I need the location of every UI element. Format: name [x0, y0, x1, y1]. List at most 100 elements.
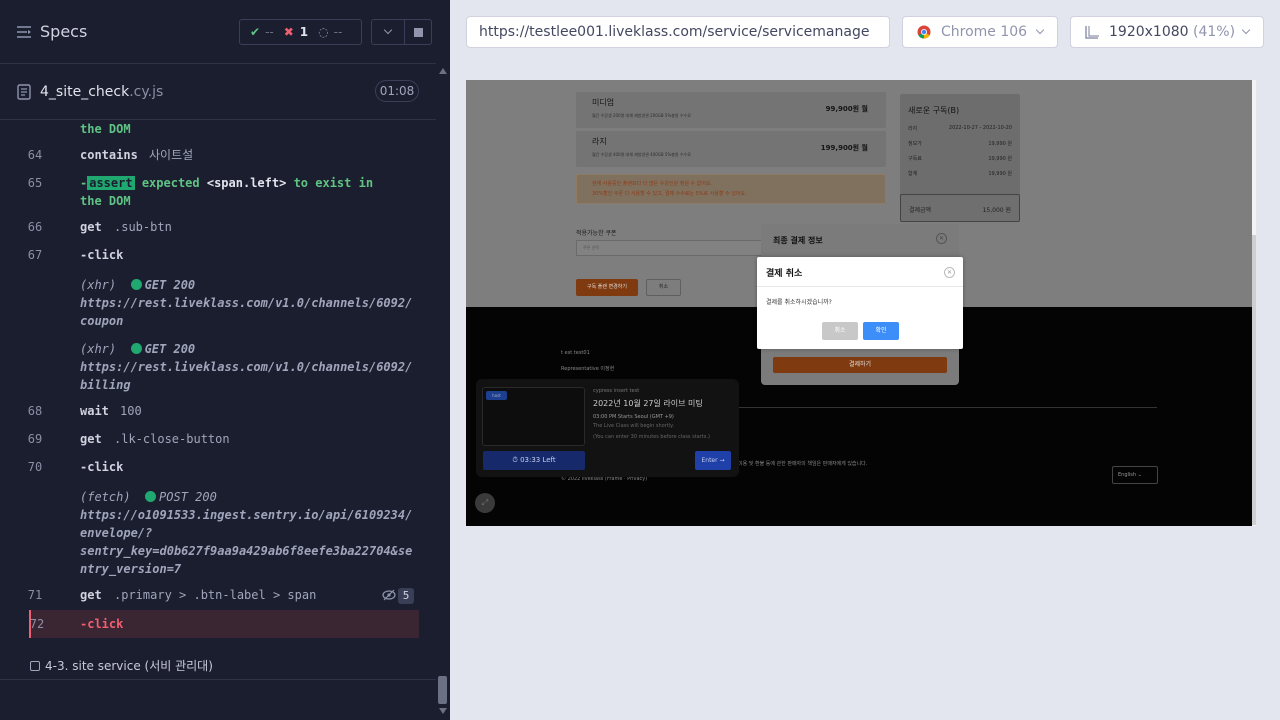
subscription-title: 새로운 구독(B) — [908, 106, 960, 115]
spec-filename-ext: .cy.js — [129, 84, 164, 100]
total-value: 15,000 원 — [982, 207, 1011, 214]
specs-header: Specs ✔ -- ✖ 1 ◌ -- — [0, 0, 436, 64]
pay-button[interactable]: 결제하기 — [773, 357, 947, 373]
plan-card-medium[interactable]: 미디엄 월간 수강생 200명 대체 재방영관 200GB 5%충원 수수료 9… — [576, 92, 886, 128]
aut-scrollbar[interactable] — [1252, 80, 1256, 526]
live-start-time: 03:00 PM Starts Seoul (GMT +9) — [593, 414, 674, 420]
command-name: get — [80, 432, 102, 446]
suite-checkbox-icon — [30, 661, 40, 671]
warning-line: 30%할인 쿠폰 다 사용할 수 있고, 결제 수수료는 5%로 사용할 수 있… — [592, 191, 747, 197]
command-log-panel: Specs ✔ -- ✖ 1 ◌ -- 4_site_check.cy.js 01:0… — [0, 0, 450, 720]
pending-count: -- — [333, 25, 343, 39]
warning-line: 현재 사용중인 플랜보다 더 많은 수강인원 정원 수 없어요. — [592, 181, 713, 187]
command-name: get — [80, 220, 102, 234]
scroll-down-icon[interactable] — [439, 708, 447, 714]
total-box: 결제금액 15,000 원 — [900, 194, 1020, 222]
live-note: (You can enter 30 minutes before class s… — [593, 434, 710, 440]
url-bar[interactable]: https://testlee001.liveklass.com/service… — [466, 16, 890, 48]
assert-target: <span.left> — [206, 176, 287, 190]
dialog-message: 결제를 취소하시겠습니까? — [766, 299, 832, 306]
command-number: 66 — [27, 220, 43, 234]
request-url: https://rest.liveklass.com/v1.0/channels… — [80, 360, 413, 374]
request-url-cont: ntry_version=7 — [80, 562, 182, 576]
plan-card-large[interactable]: 라지 월간 수강생 400명 대체 재방영관 400GB 5%충원 수수료 19… — [576, 131, 886, 167]
stop-button[interactable] — [404, 19, 432, 45]
row-label: 정보가 — [908, 141, 922, 147]
time-left-label: 03:33 Left — [520, 456, 556, 464]
request-type: (fetch) — [80, 490, 131, 504]
specs-title[interactable]: Specs — [40, 22, 87, 41]
status-dot-icon — [130, 343, 142, 354]
clock-icon: ⏱ — [512, 456, 518, 464]
request-url: https://rest.liveklass.com/v1.0/channels… — [80, 296, 413, 310]
command-number: 67 — [27, 248, 43, 262]
footer-policy: 이용 및 환불 등에 관한 판매자의 책임은 판매자에게 있습니다. — [738, 461, 868, 467]
element-count-badge: 5 — [398, 588, 414, 604]
request-url-cont: billing — [80, 378, 131, 392]
dialog-confirm-button[interactable]: 확인 — [863, 322, 899, 340]
live-host: cypress insert test — [593, 388, 640, 394]
footer-representative: Representative 이정현 — [561, 366, 615, 372]
command-number: 64 — [27, 148, 43, 162]
coupon-label: 적용가능한 쿠폰 — [576, 230, 617, 237]
cancel-plan-button[interactable]: 취소 — [646, 279, 681, 296]
command-name: wait — [80, 404, 109, 418]
fail-icon: ✖ — [283, 25, 294, 39]
specs-list-icon[interactable] — [16, 24, 32, 40]
passed-count: -- — [265, 25, 274, 39]
file-icon — [17, 84, 31, 100]
assert-badge: assert — [87, 176, 135, 190]
close-icon[interactable]: ✕ — [936, 233, 947, 244]
total-label: 결제금액 — [909, 207, 932, 214]
command-name: get — [80, 588, 102, 602]
language-select[interactable]: English ⌄ — [1112, 466, 1158, 484]
viewport-selector[interactable]: 1920x1080 (41%) — [1070, 16, 1264, 48]
command-message: .primary > .btn-label > span — [114, 588, 317, 602]
command-row-failed[interactable]: 72 -click — [29, 610, 419, 638]
test-stats: ✔ -- ✖ 1 ◌ -- — [239, 19, 362, 45]
command-number: 70 — [27, 460, 43, 474]
expand-icon[interactable]: ⤢ — [475, 493, 495, 513]
app-preview-panel: https://testlee001.liveklass.com/service… — [450, 0, 1280, 720]
warning-box: 현재 사용중인 플랜보다 더 많은 수강인원 정원 수 없어요. 30%할인 쿠… — [576, 174, 886, 204]
viewport-size: 1920x1080 (41%) — [1109, 17, 1235, 47]
change-plan-button[interactable]: 구독 플랜 변경하기 — [576, 279, 638, 296]
scrollbar-thumb[interactable] — [438, 676, 447, 704]
dialog-title: 결제 취소 — [766, 269, 803, 279]
cancel-payment-dialog: 결제 취소 ✕ 결제를 취소하시겠습니까? 취소 확인 — [757, 257, 963, 349]
options-dropdown-button[interactable] — [371, 19, 405, 45]
browser-selector[interactable]: Chrome 106 — [902, 16, 1058, 48]
request-url-cont: coupon — [80, 314, 124, 328]
viewport-dimensions: 1920x1080 — [1109, 24, 1189, 40]
plan-desc: 월간 수강생 400명 대체 재방영관 400GB 5%충원 수수료 — [592, 152, 691, 157]
command-log-scrollbar[interactable] — [436, 64, 450, 720]
footer-email: t est test01 — [561, 350, 590, 356]
command-number: 71 — [27, 588, 43, 602]
dialog-cancel-button[interactable]: 취소 — [822, 322, 858, 340]
time-left-button[interactable]: ⏱ 03:33 Left — [483, 451, 585, 470]
coupon-select[interactable]: 쿠폰 선택 — [576, 240, 776, 256]
run-duration: 01:08 — [375, 80, 419, 102]
eye-slash-icon — [382, 589, 396, 601]
close-icon[interactable]: ✕ — [944, 267, 955, 278]
live-note: The Live Class will begin shortly. — [593, 423, 674, 429]
chevron-down-icon — [1241, 25, 1251, 35]
aut-scrollbar-thumb[interactable] — [1252, 235, 1256, 525]
status-dot-icon — [145, 491, 157, 502]
plan-name: 라지 — [592, 137, 607, 146]
subscription-row: 라지 2022-10-27 - 2022-10-20 — [908, 125, 1012, 132]
suite-label[interactable]: 4-3. site service (서비 관리대) — [45, 657, 213, 674]
host-badge: host — [486, 391, 507, 400]
request-method: GET 200 — [144, 278, 196, 292]
spec-filename[interactable]: 4_site_check.cy.js — [40, 84, 163, 100]
scroll-up-icon[interactable] — [439, 68, 447, 74]
new-subscription-box: 새로운 구독(B) 라지 2022-10-27 - 2022-10-20 정보가 1… — [900, 94, 1020, 200]
plan-price: 199,900원 월 — [820, 144, 868, 152]
request-url: https://o1091533.ingest.sentry.io/api/61… — [80, 508, 413, 522]
chevron-down-icon: ⌄ — [1137, 472, 1142, 478]
enter-live-button[interactable]: Enter → — [695, 451, 731, 470]
chevron-down-icon — [1035, 25, 1045, 35]
subscription-row: 합계 19,990 원 — [908, 170, 1012, 177]
chevron-down-icon — [383, 25, 393, 35]
browser-name: Chrome 106 — [941, 24, 1028, 40]
